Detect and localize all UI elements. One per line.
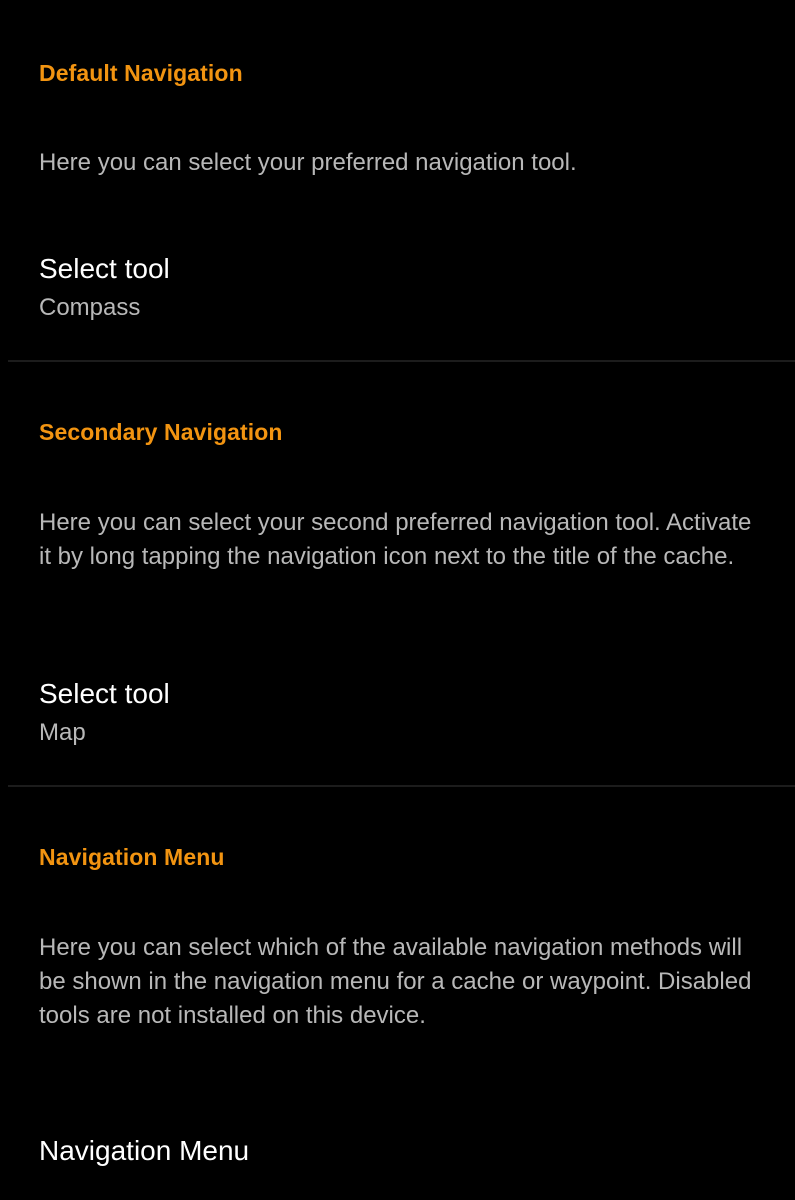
navigation-menu-preference[interactable]: Navigation Menu bbox=[39, 1133, 779, 1169]
preference-title: Navigation Menu bbox=[39, 1135, 250, 1166]
section-description-navigation-menu: Here you can select which of the availab… bbox=[39, 934, 752, 1029]
section-header-default-navigation: Default Navigation bbox=[39, 60, 243, 86]
settings-screen: Default Navigation Here you can select y… bbox=[8, 8, 795, 1200]
preference-value: Compass bbox=[39, 294, 141, 321]
preference-title: Select tool bbox=[39, 253, 170, 284]
select-tool-default-preference[interactable]: Select tool Compass bbox=[39, 251, 779, 325]
preference-title: Select tool bbox=[39, 678, 170, 709]
divider bbox=[8, 785, 795, 787]
section-description-secondary-navigation: Here you can select your second preferre… bbox=[39, 509, 752, 570]
divider bbox=[8, 360, 795, 362]
preference-value: Map bbox=[39, 719, 86, 746]
section-header-secondary-navigation: Secondary Navigation bbox=[39, 419, 283, 445]
select-tool-secondary-preference[interactable]: Select tool Map bbox=[39, 676, 779, 750]
section-description-default-navigation: Here you can select your preferred navig… bbox=[39, 149, 577, 176]
section-header-navigation-menu: Navigation Menu bbox=[39, 844, 225, 870]
